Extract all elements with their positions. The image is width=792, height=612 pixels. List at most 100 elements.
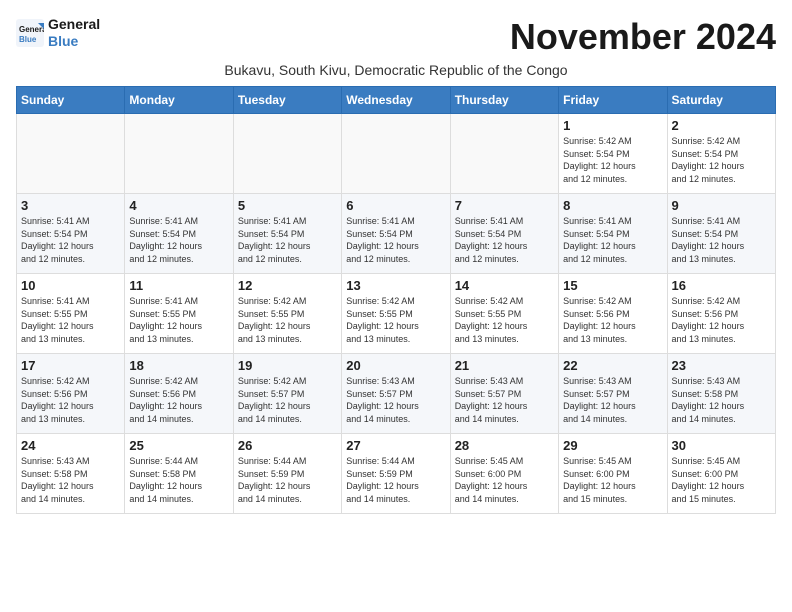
- calendar-cell: 4Sunrise: 5:41 AM Sunset: 5:54 PM Daylig…: [125, 194, 233, 274]
- calendar-cell: [450, 114, 558, 194]
- calendar-body: 1Sunrise: 5:42 AM Sunset: 5:54 PM Daylig…: [17, 114, 776, 514]
- day-number: 2: [672, 118, 771, 133]
- day-info: Sunrise: 5:42 AM Sunset: 5:56 PM Dayligh…: [672, 295, 771, 345]
- calendar-cell: 27Sunrise: 5:44 AM Sunset: 5:59 PM Dayli…: [342, 434, 450, 514]
- day-number: 22: [563, 358, 662, 373]
- calendar-cell: 24 Sunrise: 5:43 AM Sunset: 5:58 PM Dayli…: [17, 434, 125, 514]
- calendar-cell: 23 Sunrise: 5:43 AM Sunset: 5:58 PM Dayli…: [667, 354, 775, 434]
- weekday-header-cell: Thursday: [450, 87, 558, 114]
- day-number: 28: [455, 438, 554, 453]
- day-number: 23: [672, 358, 771, 373]
- calendar-cell: 21 Sunrise: 5:43 AM Sunset: 5:57 PM Dayli…: [450, 354, 558, 434]
- day-number: 19: [238, 358, 337, 373]
- day-info: Sunrise: 5:42 AM Sunset: 5:56 PM Dayligh…: [563, 295, 662, 345]
- day-number: 13: [346, 278, 445, 293]
- day-number: 9: [672, 198, 771, 213]
- calendar-cell: 28 Sunrise: 5:45 AM Sunset: 6:00 PM Dayli…: [450, 434, 558, 514]
- day-info: Sunrise: 5:41 AM Sunset: 5:55 PM Dayligh…: [21, 295, 120, 345]
- day-number: 5: [238, 198, 337, 213]
- logo-icon: General Blue: [16, 19, 44, 47]
- calendar-cell: 15 Sunrise: 5:42 AM Sunset: 5:56 PM Dayli…: [559, 274, 667, 354]
- day-number: 6: [346, 198, 445, 213]
- day-info: Sunrise: 5:42 AM Sunset: 5:54 PM Dayligh…: [563, 135, 662, 185]
- day-number: 10: [21, 278, 120, 293]
- day-info: Sunrise: 5:41 AM Sunset: 5:54 PM Dayligh…: [563, 215, 662, 265]
- day-number: 12: [238, 278, 337, 293]
- day-number: 21: [455, 358, 554, 373]
- weekday-header-row: SundayMondayTuesdayWednesdayThursdayFrid…: [17, 87, 776, 114]
- day-info: Sunrise: 5:45 AM Sunset: 6:00 PM Dayligh…: [672, 455, 771, 505]
- day-number: 20: [346, 358, 445, 373]
- calendar-cell: 8 Sunrise: 5:41 AM Sunset: 5:54 PM Daylig…: [559, 194, 667, 274]
- day-info: Sunrise: 5:41 AM Sunset: 5:54 PM Dayligh…: [346, 215, 445, 265]
- page-header: General Blue General Blue November 2024: [16, 16, 776, 58]
- calendar-cell: 26 Sunrise: 5:44 AM Sunset: 5:59 PM Dayli…: [233, 434, 341, 514]
- day-number: 14: [455, 278, 554, 293]
- day-number: 11: [129, 278, 228, 293]
- day-number: 27: [346, 438, 445, 453]
- day-info: Sunrise: 5:42 AM Sunset: 5:56 PM Dayligh…: [129, 375, 228, 425]
- day-number: 25: [129, 438, 228, 453]
- calendar-cell: 19 Sunrise: 5:42 AM Sunset: 5:57 PM Dayli…: [233, 354, 341, 434]
- day-number: 30: [672, 438, 771, 453]
- calendar-cell: 5 Sunrise: 5:41 AM Sunset: 5:54 PM Daylig…: [233, 194, 341, 274]
- day-info: Sunrise: 5:41 AM Sunset: 5:54 PM Dayligh…: [21, 215, 120, 265]
- calendar-week-row: 3 Sunrise: 5:41 AM Sunset: 5:54 PM Daylig…: [17, 194, 776, 274]
- weekday-header-cell: Friday: [559, 87, 667, 114]
- calendar-cell: 9 Sunrise: 5:41 AM Sunset: 5:54 PM Daylig…: [667, 194, 775, 274]
- weekday-header-cell: Monday: [125, 87, 233, 114]
- day-info: Sunrise: 5:42 AM Sunset: 5:54 PM Dayligh…: [672, 135, 771, 185]
- day-info: Sunrise: 5:41 AM Sunset: 5:54 PM Dayligh…: [238, 215, 337, 265]
- calendar-cell: 22 Sunrise: 5:43 AM Sunset: 5:57 PM Dayli…: [559, 354, 667, 434]
- weekday-header-cell: Saturday: [667, 87, 775, 114]
- day-info: Sunrise: 5:44 AM Sunset: 5:59 PM Dayligh…: [238, 455, 337, 505]
- day-info: Sunrise: 5:43 AM Sunset: 5:57 PM Dayligh…: [455, 375, 554, 425]
- day-info: Sunrise: 5:41 AM Sunset: 5:54 PM Dayligh…: [455, 215, 554, 265]
- logo-text: General Blue: [48, 16, 100, 50]
- day-info: Sunrise: 5:42 AM Sunset: 5:55 PM Dayligh…: [238, 295, 337, 345]
- day-number: 18: [129, 358, 228, 373]
- calendar-cell: 6 Sunrise: 5:41 AM Sunset: 5:54 PM Daylig…: [342, 194, 450, 274]
- day-info: Sunrise: 5:41 AM Sunset: 5:54 PM Dayligh…: [672, 215, 771, 265]
- calendar-cell: [125, 114, 233, 194]
- calendar-cell: [233, 114, 341, 194]
- calendar-cell: 2 Sunrise: 5:42 AM Sunset: 5:54 PM Daylig…: [667, 114, 775, 194]
- day-info: Sunrise: 5:41 AM Sunset: 5:54 PM Dayligh…: [129, 215, 228, 265]
- month-title: November 2024: [510, 16, 776, 58]
- calendar-cell: [17, 114, 125, 194]
- day-info: Sunrise: 5:41 AM Sunset: 5:55 PM Dayligh…: [129, 295, 228, 345]
- day-number: 15: [563, 278, 662, 293]
- calendar-week-row: 10 Sunrise: 5:41 AM Sunset: 5:55 PM Dayli…: [17, 274, 776, 354]
- day-number: 16: [672, 278, 771, 293]
- day-number: 26: [238, 438, 337, 453]
- calendar-cell: 10 Sunrise: 5:41 AM Sunset: 5:55 PM Dayli…: [17, 274, 125, 354]
- day-info: Sunrise: 5:43 AM Sunset: 5:58 PM Dayligh…: [672, 375, 771, 425]
- logo: General Blue General Blue: [16, 16, 100, 50]
- calendar-cell: 11 Sunrise: 5:41 AM Sunset: 5:55 PM Dayli…: [125, 274, 233, 354]
- day-number: 17: [21, 358, 120, 373]
- day-info: Sunrise: 5:44 AM Sunset: 5:58 PM Dayligh…: [129, 455, 228, 505]
- calendar-cell: 25 Sunrise: 5:44 AM Sunset: 5:58 PM Dayli…: [125, 434, 233, 514]
- day-number: 3: [21, 198, 120, 213]
- calendar-cell: 17 Sunrise: 5:42 AM Sunset: 5:56 PM Dayli…: [17, 354, 125, 434]
- calendar-cell: 16 Sunrise: 5:42 AM Sunset: 5:56 PM Dayli…: [667, 274, 775, 354]
- day-info: Sunrise: 5:42 AM Sunset: 5:57 PM Dayligh…: [238, 375, 337, 425]
- day-info: Sunrise: 5:42 AM Sunset: 5:55 PM Dayligh…: [455, 295, 554, 345]
- calendar-cell: 7 Sunrise: 5:41 AM Sunset: 5:54 PM Daylig…: [450, 194, 558, 274]
- day-info: Sunrise: 5:43 AM Sunset: 5:57 PM Dayligh…: [563, 375, 662, 425]
- day-info: Sunrise: 5:42 AM Sunset: 5:56 PM Dayligh…: [21, 375, 120, 425]
- day-info: Sunrise: 5:42 AM Sunset: 5:55 PM Dayligh…: [346, 295, 445, 345]
- day-info: Sunrise: 5:43 AM Sunset: 5:58 PM Dayligh…: [21, 455, 120, 505]
- calendar-cell: 20Sunrise: 5:43 AM Sunset: 5:57 PM Dayli…: [342, 354, 450, 434]
- calendar-cell: 13 Sunrise: 5:42 AM Sunset: 5:55 PM Dayli…: [342, 274, 450, 354]
- calendar-cell: 12 Sunrise: 5:42 AM Sunset: 5:55 PM Dayli…: [233, 274, 341, 354]
- day-number: 8: [563, 198, 662, 213]
- weekday-header-cell: Sunday: [17, 87, 125, 114]
- day-number: 7: [455, 198, 554, 213]
- day-info: Sunrise: 5:45 AM Sunset: 6:00 PM Dayligh…: [563, 455, 662, 505]
- calendar-cell: 3 Sunrise: 5:41 AM Sunset: 5:54 PM Daylig…: [17, 194, 125, 274]
- calendar-week-row: 17 Sunrise: 5:42 AM Sunset: 5:56 PM Dayli…: [17, 354, 776, 434]
- weekday-header-cell: Tuesday: [233, 87, 341, 114]
- day-number: 24: [21, 438, 120, 453]
- day-info: Sunrise: 5:45 AM Sunset: 6:00 PM Dayligh…: [455, 455, 554, 505]
